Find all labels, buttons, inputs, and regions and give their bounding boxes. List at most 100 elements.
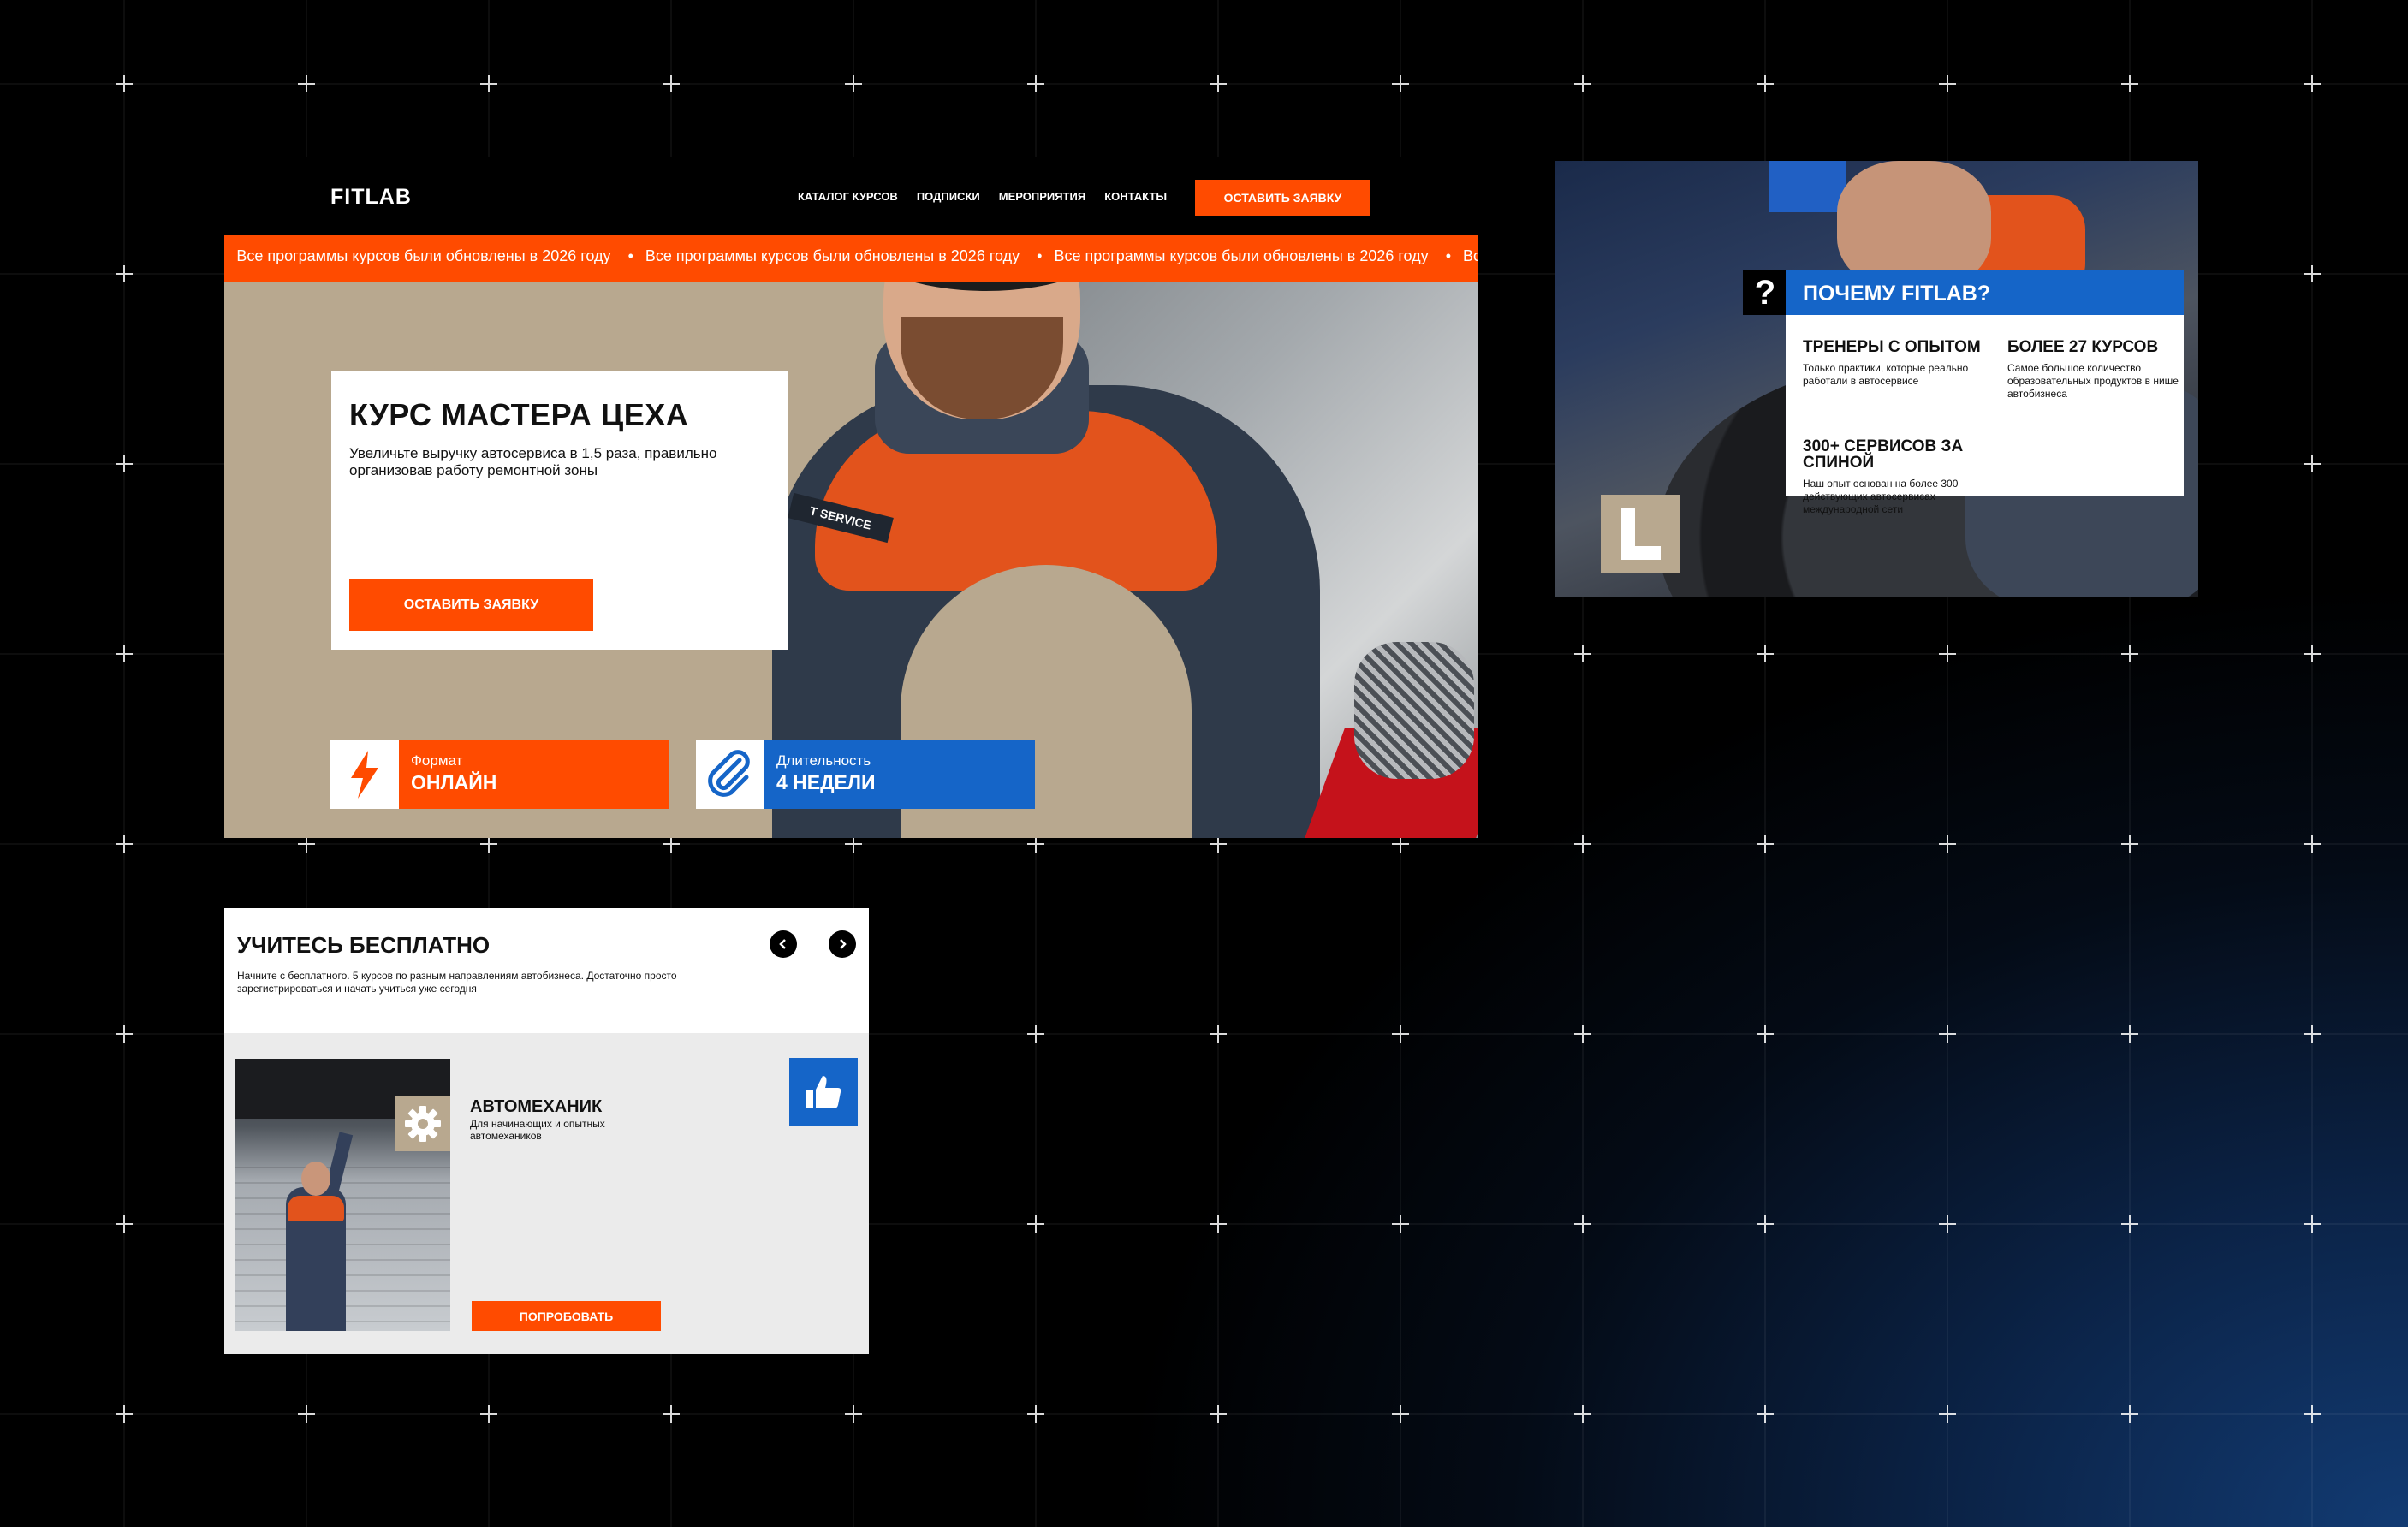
- grid-plus-marker: [116, 1405, 133, 1423]
- duration-tile: Длительность 4 НЕДЕЛИ: [696, 740, 1035, 809]
- hero-subtitle: Увеличьте выручку автосервиса в 1,5 раза…: [349, 445, 717, 478]
- grid-plus-marker: [2304, 265, 2321, 282]
- grid-plus-marker: [2304, 455, 2321, 472]
- grid-plus-marker: [1392, 1215, 1409, 1233]
- grid-plus-marker: [298, 835, 315, 853]
- grid-plus-marker: [480, 75, 497, 92]
- feature-text: Наш опыт основан на более 300 действующи…: [1803, 478, 1959, 515]
- photo-shelf: [1769, 161, 1846, 212]
- grid-plus-marker: [1574, 1215, 1591, 1233]
- try-course-button[interactable]: ПОПРОБОВАТЬ: [472, 1301, 661, 1331]
- grid-plus-marker: [116, 835, 133, 853]
- ticker-item: Все программы курсов были обновлены в 20…: [224, 247, 610, 265]
- format-value: ОНЛАЙН: [411, 771, 497, 793]
- grid-plus-marker: [2121, 1215, 2138, 1233]
- format-label: Формат: [411, 752, 463, 769]
- chevron-right-icon: [840, 939, 847, 949]
- grid-plus-marker: [298, 1405, 315, 1423]
- course-title: АВТОМЕХАНИК: [470, 1097, 603, 1116]
- grid-plus-marker: [1939, 1025, 1956, 1043]
- thumbs-up-icon: [806, 1076, 841, 1108]
- grid-plus-marker: [1210, 1405, 1227, 1423]
- grid-plus-marker: [480, 835, 497, 853]
- grid-plus-marker: [116, 265, 133, 282]
- carousel-prev-button[interactable]: [770, 930, 797, 958]
- paperclip-icon: [696, 740, 764, 809]
- grid-plus-marker: [1939, 835, 1956, 853]
- hero-card: КУРС МАСТЕРА ЦЕХА Увеличьте выручку авто…: [331, 371, 788, 650]
- feature-title: ТРЕНЕРЫ С ОПЫТОМ: [1803, 338, 1981, 356]
- grid-plus-marker: [480, 1405, 497, 1423]
- grid-plus-marker: [1210, 835, 1227, 853]
- grid-plus-marker: [1757, 1405, 1774, 1423]
- hero-title: КУРС МАСТЕРА ЦЕХА: [349, 397, 689, 432]
- nav-link-catalog[interactable]: КАТАЛОГ КУРСОВ: [798, 190, 898, 203]
- grid-plus-marker: [1210, 1025, 1227, 1043]
- free-courses-section: УЧИТЕСЬ БЕСПЛАТНО Начните с бесплатного.…: [224, 908, 869, 1354]
- why-title: ПОЧЕМУ FITLAB?: [1786, 270, 2184, 315]
- grid-plus-marker: [1210, 75, 1227, 92]
- grid-plus-marker: [1027, 75, 1044, 92]
- grid-plus-marker: [2121, 1025, 2138, 1043]
- feature-services: 300+ СЕРВИСОВ ЗА СПИНОЙ Наш опыт основан…: [1803, 438, 1991, 516]
- nav-link-contacts[interactable]: КОНТАКТЫ: [1104, 190, 1167, 203]
- feature-trainers: ТРЕНЕРЫ С ОПЫТОМ Только практики, которы…: [1803, 339, 1991, 388]
- grid-plus-marker: [1939, 1405, 1956, 1423]
- nav-link-events[interactable]: МЕРОПРИЯТИЯ: [999, 190, 1085, 203]
- question-icon: ?: [1743, 270, 1787, 315]
- grid-plus-marker: [298, 75, 315, 92]
- grid-plus-marker: [1939, 75, 1956, 92]
- grid-plus-marker: [1939, 645, 1956, 662]
- grid-plus-marker: [2304, 75, 2321, 92]
- grid-plus-marker: [845, 75, 862, 92]
- why-section: ? ПОЧЕМУ FITLAB? ТРЕНЕРЫ С ОПЫТОМ Только…: [1555, 161, 2198, 597]
- grid-plus-marker: [1210, 1215, 1227, 1233]
- carousel-next-button[interactable]: [829, 930, 856, 958]
- grid-plus-marker: [2304, 1025, 2321, 1043]
- grid-plus-marker: [1574, 1025, 1591, 1043]
- grid-plus-marker: [663, 75, 680, 92]
- hero-request-button[interactable]: ОСТАВИТЬ ЗАЯВКУ: [349, 579, 593, 631]
- nav-menu: КАТАЛОГ КУРСОВ ПОДПИСКИ МЕРОПРИЯТИЯ КОНТ…: [798, 190, 1167, 203]
- grid-plus-marker: [1574, 645, 1591, 662]
- grid-plus-marker: [116, 455, 133, 472]
- nav-link-subscriptions[interactable]: ПОДПИСКИ: [917, 190, 980, 203]
- grid-plus-marker: [2121, 835, 2138, 853]
- feature-text: Самое большое количество образовательных…: [2007, 362, 2179, 400]
- mechanic-vest: [288, 1196, 344, 1221]
- course-subtitle: Для начинающих и опытных автомехаников: [470, 1118, 605, 1142]
- chevron-left-icon: [779, 939, 786, 949]
- letter-l-icon: [1601, 495, 1680, 573]
- ticker-track: Все программы курсов были обновлены в 20…: [224, 247, 1478, 265]
- grid-plus-marker: [1757, 1025, 1774, 1043]
- grid-plus-marker: [2304, 645, 2321, 662]
- grid-plus-marker: [1757, 75, 1774, 92]
- grid-plus-marker: [1757, 1215, 1774, 1233]
- like-button[interactable]: [789, 1058, 858, 1126]
- grid-plus-marker: [845, 835, 862, 853]
- grid-plus-marker: [2121, 1405, 2138, 1423]
- top-navbar: FITLAB КАТАЛОГ КУРСОВ ПОДПИСКИ МЕРОПРИЯТ…: [224, 157, 1478, 235]
- grid-plus-marker: [116, 75, 133, 92]
- grid-plus-marker: [663, 835, 680, 853]
- feature-title: БОЛЕЕ 27 КУРСОВ: [2007, 338, 2159, 356]
- grid-plus-marker: [1392, 835, 1409, 853]
- free-subtitle: Начните с бесплатного. 5 курсов по разны…: [237, 970, 677, 995]
- grid-plus-marker: [2304, 1405, 2321, 1423]
- grid-plus-marker: [845, 1405, 862, 1423]
- ticker-item: Все программы курсов были обновлены в 20…: [628, 247, 1020, 265]
- grid-plus-marker: [2304, 835, 2321, 853]
- grid-plus-marker: [2121, 75, 2138, 92]
- logo[interactable]: FITLAB: [330, 185, 412, 210]
- grid-plus-marker: [1574, 75, 1591, 92]
- grid-plus-marker: [1027, 835, 1044, 853]
- lightning-icon: [330, 740, 399, 809]
- format-info: Формат ОНЛАЙН: [399, 740, 669, 809]
- grid-plus-marker: [1027, 1215, 1044, 1233]
- mechanic-head: [301, 1162, 330, 1196]
- nav-request-button[interactable]: ОСТАВИТЬ ЗАЯВКУ: [1195, 180, 1370, 216]
- format-tile: Формат ОНЛАЙН: [330, 740, 669, 809]
- grid-plus-marker: [1392, 1405, 1409, 1423]
- duration-info: Длительность 4 НЕДЕЛИ: [764, 740, 1035, 809]
- announcement-ticker: Все программы курсов были обновлены в 20…: [224, 235, 1478, 282]
